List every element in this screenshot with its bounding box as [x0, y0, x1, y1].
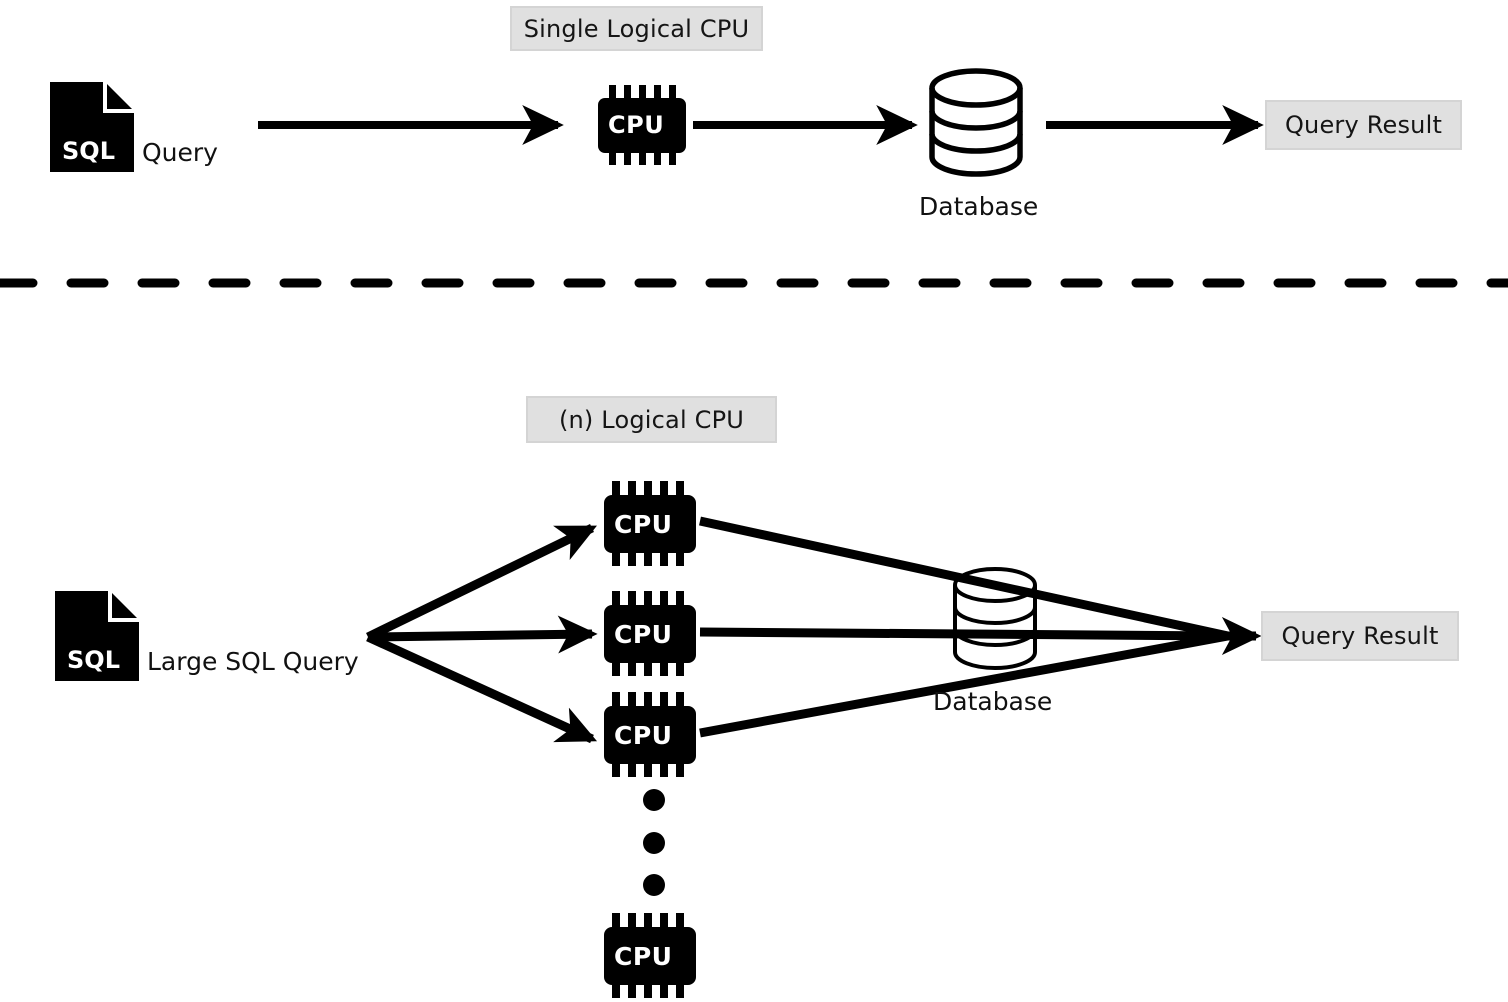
title-n-logical-cpu: (n) Logical CPU: [526, 396, 777, 443]
sql-icon-label-top: SQL: [62, 137, 115, 165]
diagram-canvas: [0, 68, 1508, 998]
cpu-label-bottom-1: CPU: [614, 510, 673, 539]
source-label-bottom: Large SQL Query: [147, 647, 359, 676]
query-result-box-top: Query Result: [1265, 100, 1462, 150]
arrow-query-to-cpu-2: [367, 615, 598, 654]
arrow-query-to-cpu-1: [366, 523, 597, 642]
diagram-root: Single Logical CPU SQL Query CPU Databas…: [0, 0, 1508, 1002]
database-cylinder-top: [929, 68, 1023, 177]
cpu-ellipsis-dots: [643, 789, 665, 896]
title-single-logical-cpu: Single Logical CPU: [510, 6, 763, 51]
query-result-box-bottom: Query Result: [1261, 611, 1459, 661]
arrow-query-to-cpu-3: [366, 632, 598, 744]
cpu-label-bottom-4: CPU: [614, 942, 673, 971]
database-label-top: Database: [919, 192, 1039, 221]
line-cpu-2-to-result: [699, 627, 1229, 641]
cpu-label-bottom-2: CPU: [614, 620, 673, 649]
cpu-label-bottom-3: CPU: [614, 721, 673, 750]
sql-icon-label-bottom: SQL: [67, 646, 120, 674]
cpu-label-top: CPU: [608, 111, 665, 139]
source-label-top: Query: [142, 138, 218, 167]
database-label-bottom: Database: [933, 687, 1053, 716]
